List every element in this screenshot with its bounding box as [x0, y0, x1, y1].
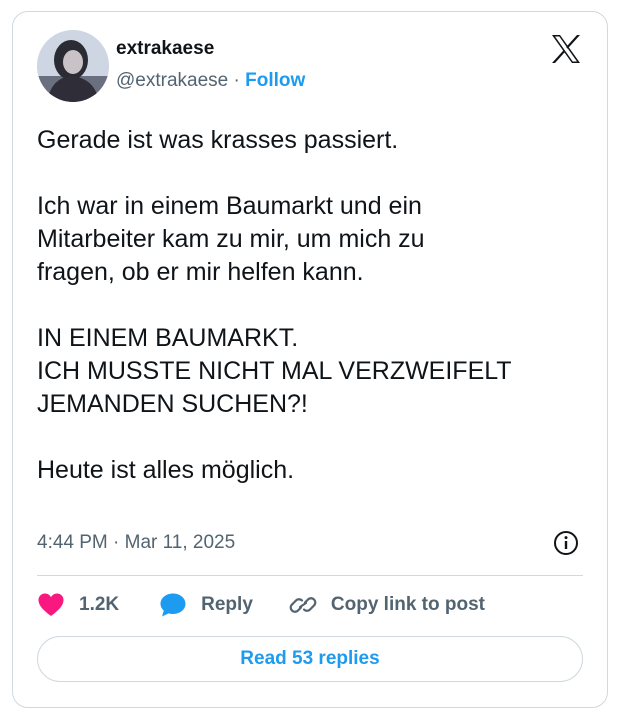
tweet-timestamp[interactable]: 4:44 PM · Mar 11, 2025: [37, 532, 235, 554]
reply-label: Reply: [201, 594, 253, 615]
x-logo-icon[interactable]: [549, 32, 583, 66]
like-button[interactable]: 1.2K: [37, 592, 119, 618]
action-bar: 1.2K Reply Copy link to post: [37, 590, 485, 620]
tweet-text: Gerade ist was krasses passiert. Ich war…: [37, 126, 512, 484]
link-icon: [289, 597, 317, 613]
heart-icon: [38, 593, 64, 616]
likes-count: 1.2K: [79, 594, 120, 615]
copy-link-label: Copy link to post: [330, 594, 485, 615]
author-handle-row: @extrakaese · Follow: [116, 70, 305, 92]
read-replies-button[interactable]: Read 53 replies: [37, 636, 583, 682]
avatar-image: [37, 30, 109, 102]
divider: [37, 575, 583, 576]
copy-link-button[interactable]: Copy link to post: [289, 592, 485, 618]
avatar[interactable]: [37, 30, 109, 102]
follow-button[interactable]: Follow: [245, 70, 305, 91]
speech-bubble-icon: [160, 593, 186, 617]
reply-button[interactable]: Reply: [159, 592, 253, 618]
tweet-card: extrakaese @extrakaese · Follow Gerade i…: [12, 11, 608, 708]
author-display-name[interactable]: extrakaese: [116, 38, 214, 60]
handle-separator: ·: [228, 70, 246, 91]
info-icon[interactable]: [553, 530, 579, 556]
author-handle[interactable]: @extrakaese: [116, 70, 228, 91]
